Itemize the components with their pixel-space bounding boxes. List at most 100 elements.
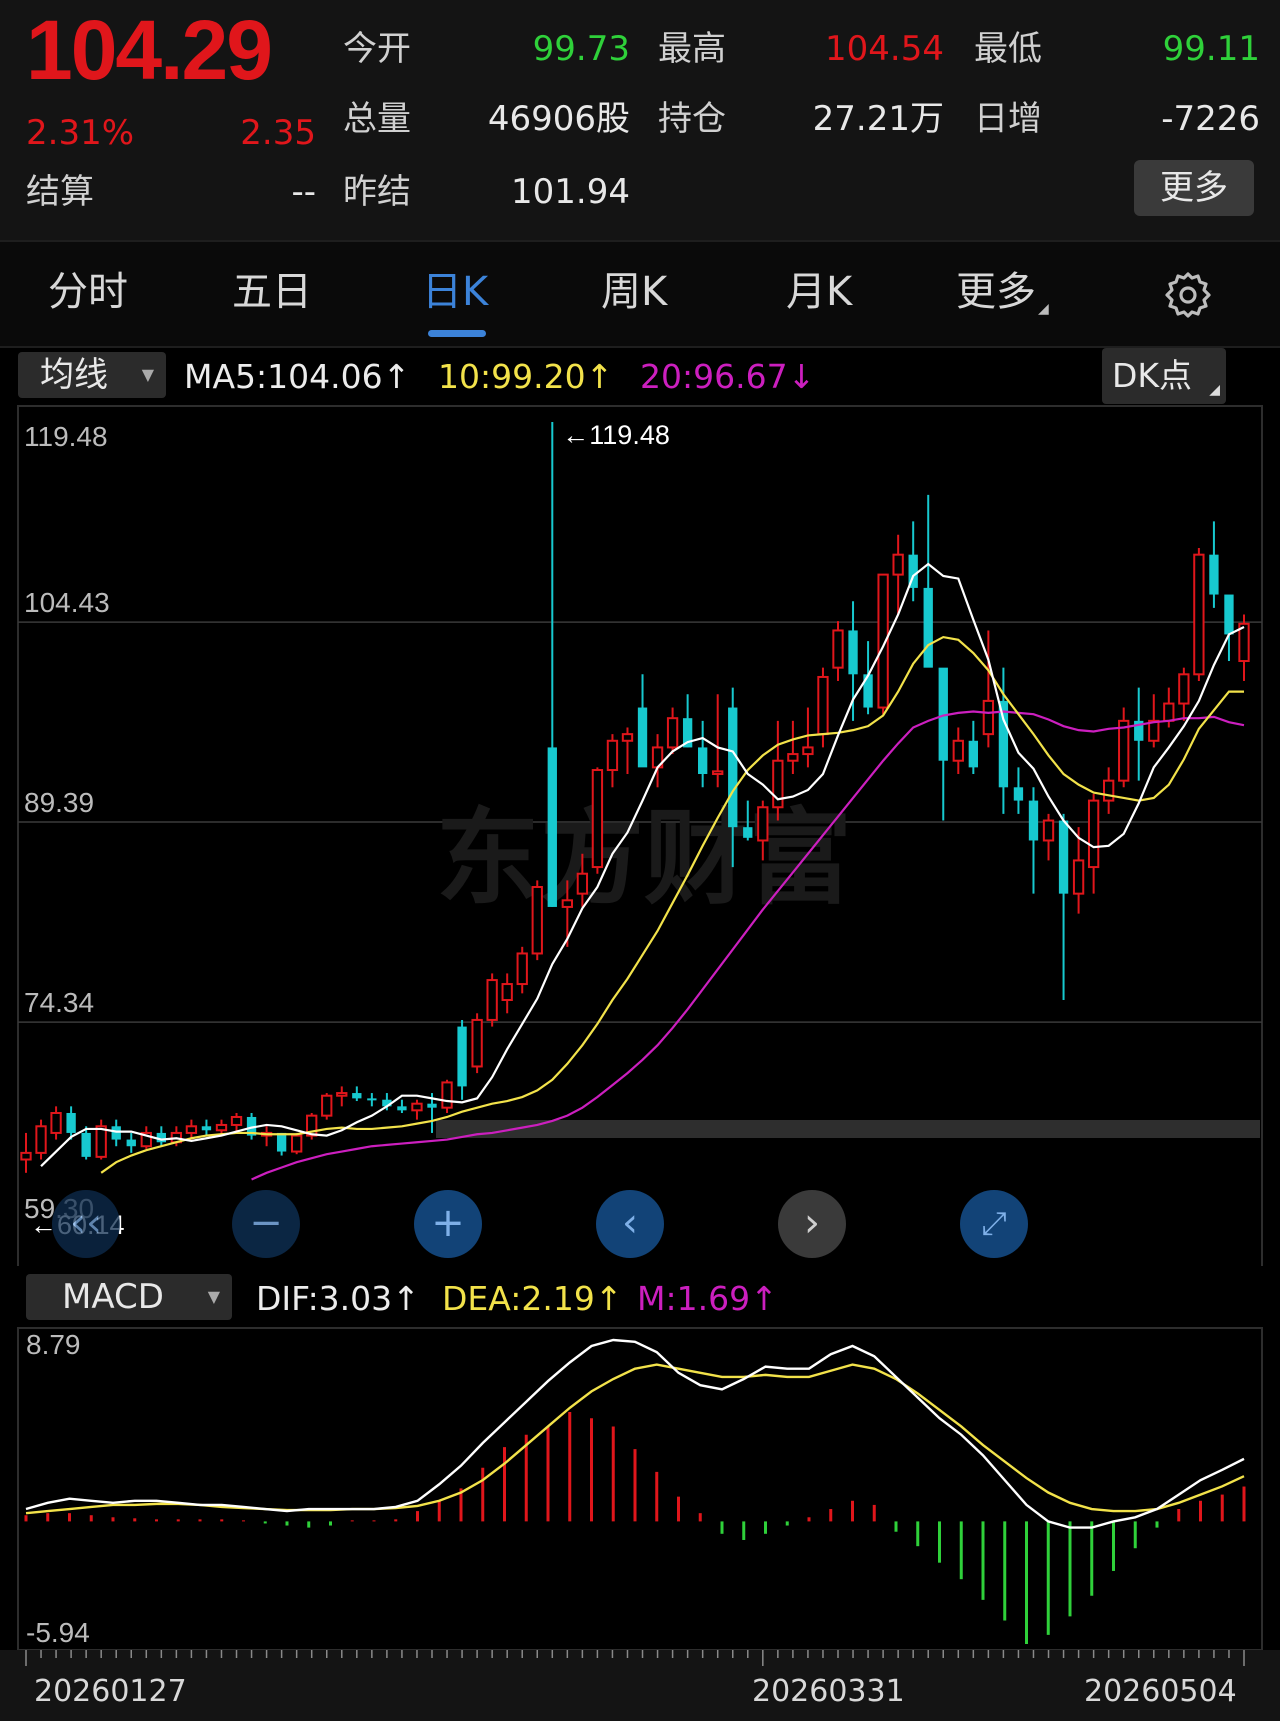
tab-daily-k[interactable]: 日K xyxy=(422,272,488,312)
price-axis-label: 74.34 xyxy=(24,987,94,1018)
candle-body xyxy=(367,1098,377,1101)
candle-body xyxy=(1118,719,1130,782)
candle-body xyxy=(35,1125,47,1154)
candlestick-chart[interactable]: 东方财富 119.48104.4389.3974.3459.30 ←119.48… xyxy=(0,404,1280,1266)
macd-frame xyxy=(17,1327,1263,1650)
high-value: 104.54 xyxy=(825,29,944,69)
candle-body xyxy=(185,1125,198,1134)
candle-body xyxy=(81,1132,91,1157)
candle-body xyxy=(457,1026,467,1087)
candle-body xyxy=(968,740,978,768)
dropdown-caret-icon: ▼ xyxy=(141,365,154,384)
dk-point-button[interactable]: DK点 ◢ xyxy=(1102,348,1226,404)
high-label: 最高 xyxy=(658,29,726,69)
candle-body xyxy=(1209,554,1219,595)
candle-body xyxy=(743,827,753,838)
position-label: 持仓 xyxy=(658,99,726,139)
low-value: 99.11 xyxy=(1162,29,1260,69)
candle-body xyxy=(1028,800,1039,841)
candle-body xyxy=(501,983,513,1001)
candle-body xyxy=(201,1126,212,1131)
candle-body xyxy=(698,747,708,775)
daily-inc-label: 日增 xyxy=(974,99,1042,139)
settle-label: 结算 xyxy=(26,172,94,212)
candle-body xyxy=(832,629,844,669)
candle-body xyxy=(576,872,589,895)
candle-body xyxy=(637,707,648,768)
zoom-in-icon[interactable]: + xyxy=(414,1190,482,1258)
low-label: 最低 xyxy=(974,29,1042,69)
price-axis-label: 89.39 xyxy=(24,787,94,818)
candle-body xyxy=(1072,859,1085,895)
candle-body xyxy=(982,699,995,736)
fullscreen-icon[interactable]: ⤢ xyxy=(960,1190,1028,1258)
candle-body xyxy=(215,1123,228,1132)
candle-body xyxy=(111,1126,121,1140)
tab-more[interactable]: 更多 ◢ xyxy=(956,272,1049,316)
chevron-left-double-icon[interactable]: ‹‹ xyxy=(52,1190,120,1258)
active-tab-indicator xyxy=(428,330,486,337)
dif-value: DIF:3.03↑ xyxy=(256,1279,420,1318)
ma20-value: 20:96.67↓ xyxy=(640,357,816,396)
date-axis: 20260127 20260331 20260504 xyxy=(0,1650,1280,1721)
tab-intraday[interactable]: 分时 xyxy=(48,272,128,312)
macd-chart[interactable]: 8.79 -5.94 xyxy=(0,1326,1280,1650)
change-percent: 2.31% xyxy=(26,113,135,153)
chevron-right-icon[interactable]: › xyxy=(778,1190,846,1258)
chevron-left-icon[interactable]: ‹ xyxy=(596,1190,664,1258)
tab-monthly-k[interactable]: 月K xyxy=(786,272,852,312)
ma-select[interactable]: 均线 ▼ xyxy=(18,352,166,398)
candle-body xyxy=(427,1103,437,1108)
candle-body xyxy=(591,769,604,869)
dea-value: DEA:2.19↑ xyxy=(442,1279,623,1318)
candle-body xyxy=(397,1106,407,1111)
candle-body xyxy=(952,739,964,762)
date-label-end: 20260504 xyxy=(1084,1674,1237,1709)
candle-body xyxy=(1193,553,1205,676)
max-price-marker: ←119.48 xyxy=(562,420,670,450)
candle-body xyxy=(291,1134,303,1153)
settle-value: -- xyxy=(291,172,316,212)
position-value: 27.21万 xyxy=(812,99,944,139)
candle-body xyxy=(276,1132,287,1152)
candle-body xyxy=(1178,673,1190,705)
macd-select[interactable]: MACD ▼ xyxy=(26,1274,232,1320)
more-quote-button[interactable]: 更多 xyxy=(1134,160,1254,216)
candle-body xyxy=(621,733,634,742)
volume-value: 46906股 xyxy=(487,99,630,139)
price-axis-label: 104.43 xyxy=(24,587,110,618)
candle-body xyxy=(787,753,799,762)
candle-body xyxy=(802,746,814,756)
candle-body xyxy=(1058,820,1069,894)
candle-body xyxy=(95,1125,107,1158)
candle-body xyxy=(336,1092,348,1097)
candle-body xyxy=(230,1115,243,1126)
tab-five-day[interactable]: 五日 xyxy=(232,272,312,312)
zoom-out-icon[interactable]: − xyxy=(232,1190,300,1258)
candle-body xyxy=(1163,702,1175,722)
dk-point-label: DK点 xyxy=(1112,356,1193,395)
dropdown-caret-icon: ▼ xyxy=(207,1287,220,1306)
candle-body xyxy=(352,1093,362,1099)
quote-panel: 104.29 2.31% 2.35 今开 99.73 最高 104.54 最低 … xyxy=(0,0,1280,240)
range-scrollbar[interactable] xyxy=(436,1120,1260,1138)
candle-body xyxy=(20,1151,32,1161)
tab-weekly-k[interactable]: 周K xyxy=(601,272,667,312)
candle-body xyxy=(1224,594,1234,635)
candle-body xyxy=(848,630,858,675)
candle-body xyxy=(757,806,769,842)
date-label-mid: 20260331 xyxy=(752,1674,905,1709)
macd-axis-top: 8.79 xyxy=(26,1329,81,1360)
candle-body xyxy=(411,1102,423,1112)
corner-triangle-icon: ◢ xyxy=(1038,301,1049,317)
settings-gear-icon[interactable] xyxy=(1163,270,1213,320)
macd-histogram xyxy=(24,1412,1246,1644)
candle-body xyxy=(50,1111,62,1134)
candle-body xyxy=(923,587,933,668)
candle-body xyxy=(516,952,528,986)
candle-body xyxy=(321,1094,333,1117)
candle-body xyxy=(892,553,904,576)
candle-body xyxy=(1103,779,1115,802)
period-tabs: 分时 五日 日K 周K 月K 更多 ◢ xyxy=(0,240,1280,348)
candle-body xyxy=(998,700,1009,788)
